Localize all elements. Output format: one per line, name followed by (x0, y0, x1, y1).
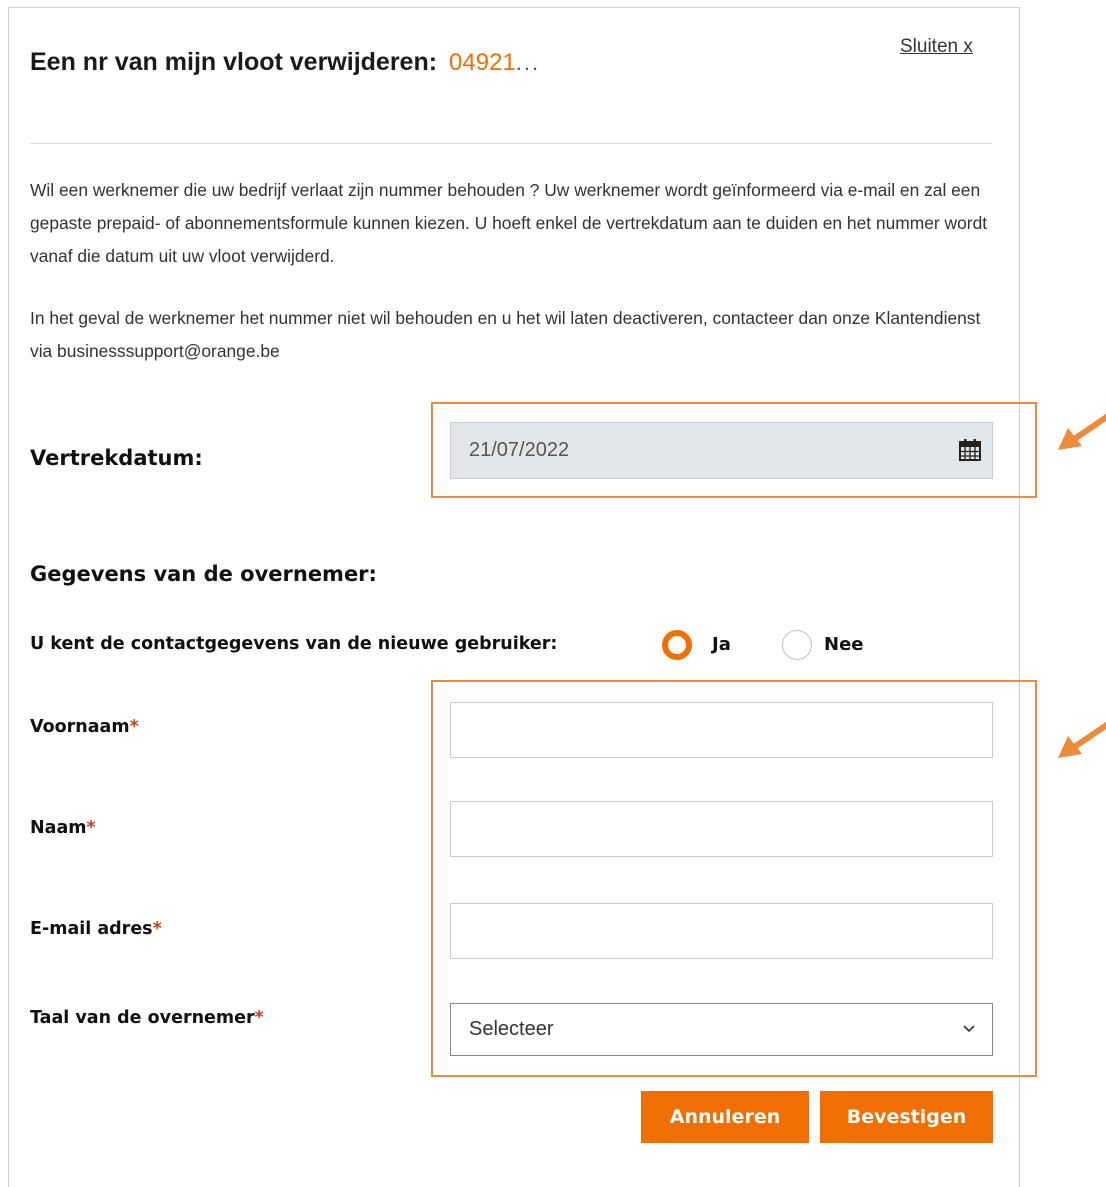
email-label-text: E-mail adres (30, 919, 153, 939)
highlight-box-fields (431, 680, 1037, 1077)
phone-number: 04921 (449, 49, 516, 76)
required-marker: * (129, 717, 139, 737)
radio-no[interactable] (782, 630, 812, 660)
intro-paragraph: Wil een werknemer die uw bedrijf verlaat… (30, 180, 988, 266)
contact-question: U kent de contactgegevens van de nieuwe … (30, 634, 558, 654)
phone-number-mask: ... (515, 50, 541, 75)
required-marker: * (86, 818, 96, 838)
arrow-icon (1058, 721, 1106, 758)
dialog-title-text: Een nr van mijn vloot verwijderen: (30, 48, 438, 76)
radio-yes[interactable] (662, 630, 692, 660)
lastname-label-text: Naam (30, 818, 87, 838)
departure-date-label: Vertrekdatum: (30, 446, 203, 470)
required-marker: * (152, 919, 162, 939)
firstname-label-text: Voornaam (30, 717, 130, 737)
dialog-title: Een nr van mijn vloot verwijderen: 04921.… (30, 48, 540, 77)
deactivate-paragraph: In het geval de werknemer het nummer nie… (30, 308, 981, 361)
lastname-label: Naam* (30, 818, 96, 838)
required-marker: * (254, 1008, 264, 1028)
cancel-button[interactable]: Annuleren (641, 1091, 809, 1143)
divider (30, 143, 992, 144)
arrow-icon (1058, 413, 1106, 450)
close-link[interactable]: Sluiten x (900, 36, 973, 58)
successor-heading: Gegevens van de overnemer: (30, 562, 377, 586)
language-label: Taal van de overnemer* (30, 1008, 264, 1028)
radio-no-label[interactable]: Nee (824, 634, 863, 655)
radio-yes-label[interactable]: Ja (712, 634, 731, 655)
email-label: E-mail adres* (30, 919, 162, 939)
confirm-button[interactable]: Bevestigen (820, 1091, 993, 1143)
firstname-label: Voornaam* (30, 717, 139, 737)
highlight-box-date (431, 402, 1037, 498)
language-label-text: Taal van de overnemer (30, 1008, 255, 1028)
